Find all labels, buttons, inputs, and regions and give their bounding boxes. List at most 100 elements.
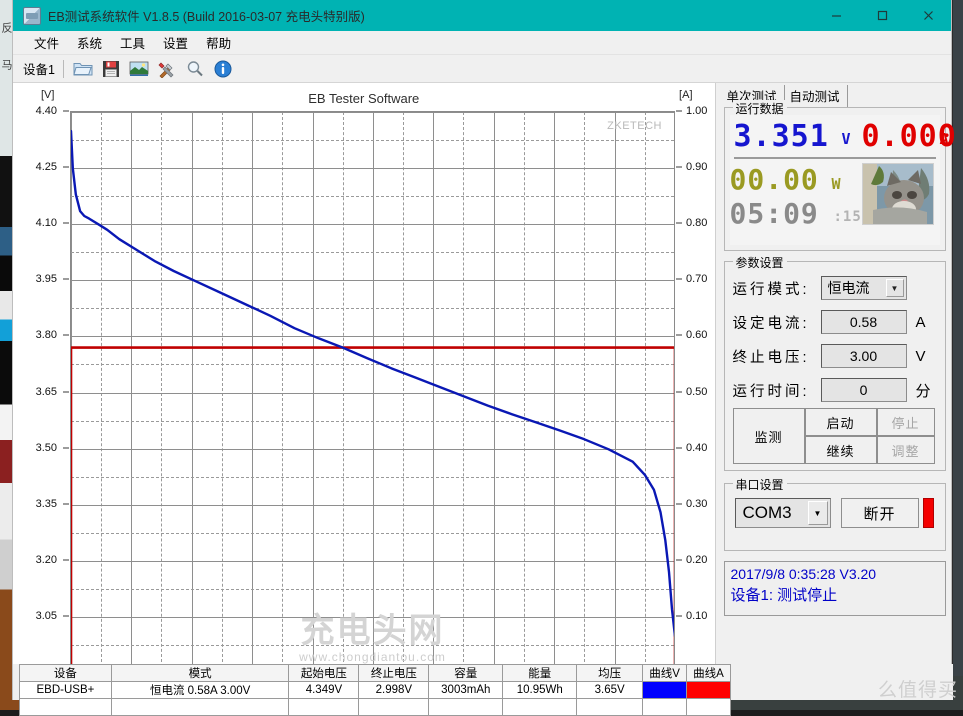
voltage-unit: V [841,130,852,148]
parameter-group-label: 参数设置 [732,254,787,271]
close-icon [923,11,933,20]
zoom-icon [187,60,203,76]
tool-bar: 设备1 [13,55,951,83]
table-header-cell[interactable]: 曲线A [686,664,731,682]
table-cell-empty [642,698,688,716]
menu-item-file[interactable]: 文件 [25,31,68,54]
zoom-button[interactable] [182,57,208,81]
adjust-button[interactable]: 调整 [876,436,935,464]
cutoff-voltage-unit: V [915,347,926,365]
row-run-mode: 运行模式: 恒电流 ▼ [733,276,907,300]
start-button[interactable]: 启动 [804,408,877,436]
y-axis-left-tick-label: 4.10 [35,217,57,230]
results-table-container: 设备 模式 起始电压 终止电压 容量 能量 均压 曲线V 曲线A EBD-USB+ 恒电流 0.5… [13,664,953,716]
save-icon [102,60,119,77]
table-header-cell[interactable]: 起始电压 [288,664,360,682]
menu-item-help[interactable]: 帮助 [197,31,240,54]
power-value: 00.00 [729,163,819,196]
y-axis-left-tick-mark [63,447,69,449]
open-folder-icon [73,63,93,76]
y-axis-left-tick-label: 3.80 [35,329,57,342]
run-time-input[interactable]: 0 [820,378,907,402]
minimize-button[interactable] [813,0,859,31]
run-mode-label: 运行模式: [732,281,810,298]
table-header-cell[interactable]: 模式 [110,664,290,682]
table-cell: 3.65V [576,681,644,699]
menu-item-tools[interactable]: 工具 [111,31,154,54]
row-cutoff-voltage: 终止电压: 3.00 V [733,344,926,368]
image-button[interactable] [126,57,152,81]
table-header-cell[interactable]: 容量 [428,664,504,682]
y-axis-left-tick-mark [63,222,69,224]
y-axis-left-tick-mark [63,334,69,336]
y-axis-left-tick-mark [63,615,69,617]
chart-title: EB Tester Software [308,91,420,106]
set-current-input[interactable]: 0.58 [820,310,907,334]
parameter-settings-group: 参数设置 运行模式: 恒电流 ▼ 设定电流: 0.58 A 终止电压: 3.00 [723,254,946,471]
menu-item-system[interactable]: 系统 [68,31,111,54]
app-logo-icon [23,6,41,25]
run-mode-select[interactable]: 恒电流 ▼ [820,276,907,300]
main-content: EB Tester Software [V] [A] ZKETECH 充电头网 … [13,83,956,691]
y-axis-left-tick-label: 3.05 [35,609,57,622]
y-axis-left-tick-mark [63,110,69,112]
cutoff-voltage-label: 终止电压: [732,349,810,366]
run-mode-value: 恒电流 [827,280,870,296]
menu-item-settings[interactable]: 设置 [154,31,197,54]
save-button[interactable] [98,57,124,81]
y-axis-left-tick-label: 3.95 [35,273,57,286]
table-header-cell[interactable]: 能量 [502,664,578,682]
y-axis-right-tick-mark [676,391,682,392]
curve-layer [71,129,674,672]
chevron-down-icon[interactable]: ▼ [885,279,904,297]
status-timestamp: 2017/9/8 0:35:28 V3.20 [730,566,877,582]
close-button[interactable] [905,0,951,31]
backdrop-right-strip [953,0,963,710]
maximize-button[interactable] [859,0,905,31]
monitor-button[interactable]: 监测 [732,408,805,464]
y-axis-left-unit: [V] [41,89,55,101]
y-axis-left-tick-label: 4.40 [35,105,57,117]
y-axis-right-tick-mark [676,447,682,449]
table-header-row: 设备 模式 起始电压 终止电压 容量 能量 均压 曲线V 曲线A [19,664,731,682]
info-button[interactable] [210,57,236,81]
cutoff-voltage-input[interactable]: 3.00 [820,344,907,368]
voltage-curve [71,129,674,637]
readout-divider [733,157,936,159]
continue-button[interactable]: 继续 [804,436,877,464]
control-buttons: 启动 停止 监测 继续 调整 [732,408,935,464]
table-header-cell[interactable]: 曲线V [642,664,688,682]
com-port-select[interactable]: COM3 ▼ [734,498,831,528]
stop-button[interactable]: 停止 [876,408,935,436]
device-tab-label[interactable]: 设备1 [21,57,61,81]
table-header-cell[interactable]: 终止电压 [358,664,430,682]
open-folder-button[interactable] [70,57,96,81]
set-current-label: 设定电流: [732,315,810,332]
elapsed-time-value: 05:09 [729,197,819,230]
voltage-value: 3.351 [733,119,829,154]
tools-button[interactable] [154,57,180,81]
y-axis-left-tick-label: 4.25 [35,161,57,174]
tab-auto-test[interactable]: 自动测试 [785,85,848,107]
y-axis-left-tick-mark [63,503,69,505]
results-table: 设备 模式 起始电压 终止电压 容量 能量 均压 曲线V 曲线A EBD-USB+ 恒电流 0.5… [19,664,731,716]
status-log-box[interactable]: 2017/9/8 0:35:28 V3.20 设备1: 测试停止 [723,561,946,616]
smzdm-watermark: 么值得买 [877,679,958,701]
table-header-cell[interactable]: 均压 [576,664,644,682]
run-data-readouts: 3.351 V 0.000 A 00.00 W 05:09 :15 [729,115,956,245]
table-cell-empty [576,698,644,716]
right-panel: 单次测试 自动测试 运行数据 3.351 V 0.000 A 00.00 W 0… [714,83,956,687]
y-axis-right-tick-mark [676,278,682,280]
chevron-down-icon[interactable]: ▼ [807,501,828,525]
table-header-cell[interactable]: 设备 [19,664,112,682]
plot-area[interactable]: ZKETECH 充电头网 www.chongdiantou.com [70,111,675,673]
y-axis-left-tick-mark [63,559,69,561]
table-cell: 2.998V [358,681,430,699]
disconnect-button[interactable]: 断开 [840,498,919,528]
table-row-empty[interactable] [19,698,731,716]
table-cell-empty [686,698,731,716]
connection-status-led [922,498,934,528]
run-time-unit: 分 [915,382,931,400]
table-row[interactable]: EBD-USB+ 恒电流 0.58A 3.00V 4.349V 2.998V 3003m… [19,681,731,699]
serial-group-label: 串口设置 [732,476,787,493]
